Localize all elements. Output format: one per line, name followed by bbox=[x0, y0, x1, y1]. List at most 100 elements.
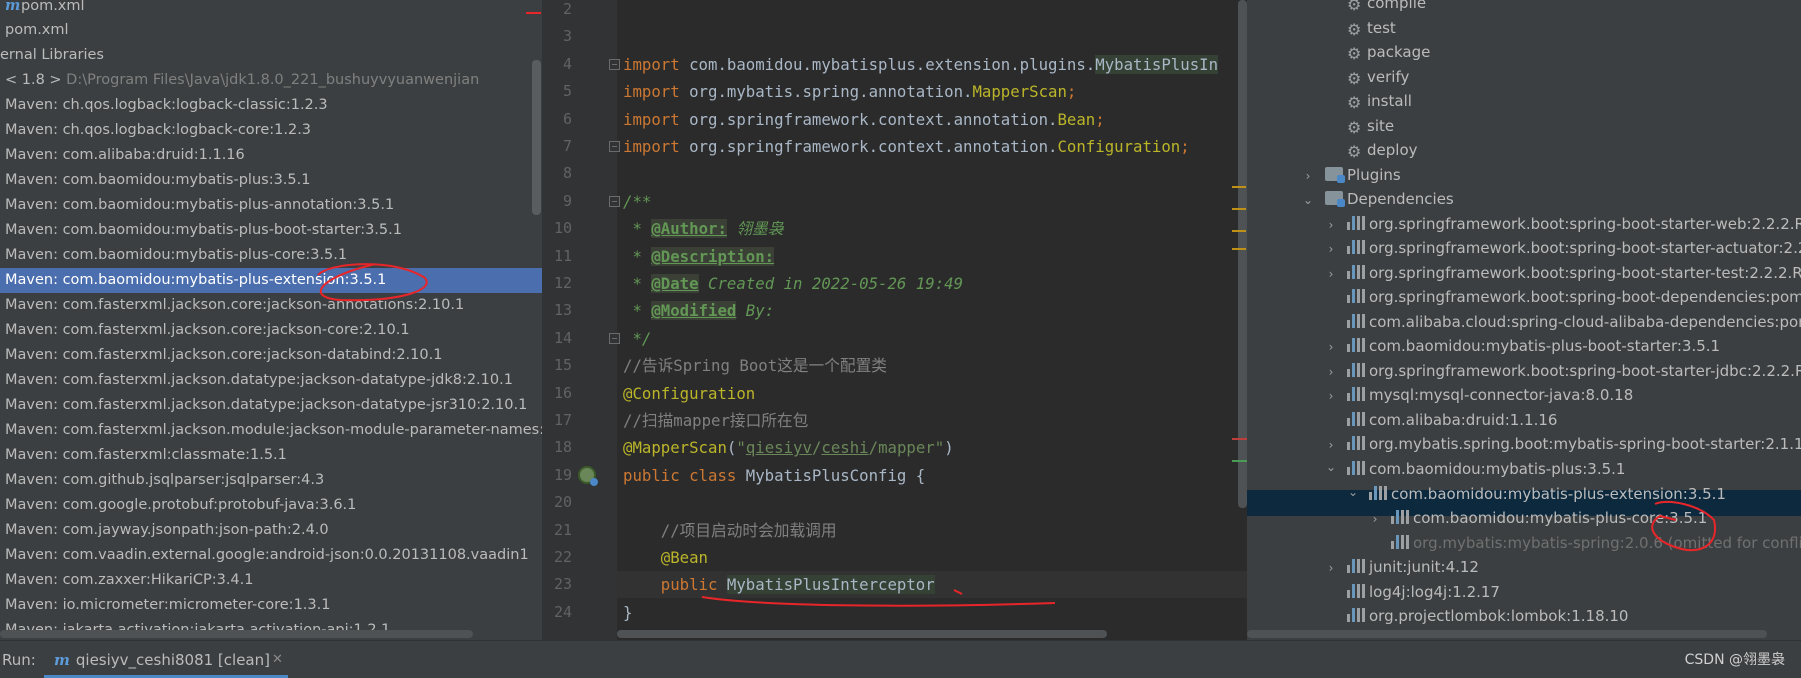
expand-arrow-icon[interactable]: › bbox=[1325, 267, 1337, 281]
code-line[interactable]: public MybatisPlusInterceptor bbox=[623, 571, 935, 598]
expand-arrow-icon[interactable]: › bbox=[1325, 561, 1337, 575]
lifecycle-goal[interactable]: ⚙ install bbox=[1347, 89, 1412, 114]
dependency-item[interactable]: com.alibaba:druid:1.1.16 bbox=[1347, 408, 1557, 433]
code-editor[interactable]: 2 3 4−5 6 7−8 9−10 11 12 13 14−15 16 17 18 19 20 21 22 23… bbox=[542, 0, 1247, 640]
dependency-item[interactable]: com.baomidou:mybatis-plus:3.5.1 bbox=[1347, 457, 1625, 482]
dependency-item[interactable]: org.mybatis.spring.boot:mybatis-spring-b… bbox=[1347, 432, 1801, 457]
library-item[interactable]: Maven: io.micrometer:micrometer-core:1.3… bbox=[0, 593, 542, 618]
library-item[interactable]: Maven: com.alibaba:druid:1.1.16 bbox=[0, 143, 542, 168]
fold-toggle-icon[interactable]: − bbox=[609, 195, 620, 207]
dependency-item[interactable]: org.springframework.boot:spring-boot-dep… bbox=[1347, 285, 1801, 310]
ok-marker[interactable] bbox=[1232, 460, 1247, 462]
dependency-item[interactable]: log4j:log4j:1.2.17 bbox=[1347, 580, 1500, 605]
code-line[interactable]: import com.baomidou.mybatisplus.extensio… bbox=[623, 51, 1219, 78]
library-item[interactable]: < 1.8 > D:\Program Files\Java\jdk1.8.0_2… bbox=[0, 68, 542, 93]
dependency-item[interactable]: com.alibaba.cloud:spring-cloud-alibaba-d… bbox=[1347, 310, 1801, 335]
library-item[interactable]: pom.xml bbox=[0, 18, 542, 43]
code-line[interactable]: import org.springframework.context.annot… bbox=[623, 133, 1190, 160]
code-line[interactable]: //告诉Spring Boot这是一个配置类 bbox=[623, 352, 887, 379]
code-line[interactable]: @Configuration bbox=[623, 380, 755, 407]
code-line[interactable]: @MapperScan("qiesiyv/ceshi/mapper") bbox=[623, 434, 954, 461]
library-item[interactable]: Maven: com.baomidou:mybatis-plus-annotat… bbox=[0, 193, 542, 218]
code-line[interactable]: */ bbox=[623, 325, 651, 352]
library-item-selected[interactable]: Maven: com.baomidou:mybatis-plus-extensi… bbox=[0, 268, 542, 293]
spring-bean-gutter-icon[interactable] bbox=[578, 466, 598, 486]
library-item[interactable]: Maven: com.baomidou:mybatis-plus-boot-st… bbox=[0, 218, 542, 243]
code-line[interactable]: //项目启动时会加载调用 bbox=[623, 517, 837, 544]
code-line[interactable]: import org.mybatis.spring.annotation.Map… bbox=[623, 78, 1076, 105]
library-item[interactable]: Maven: ch.qos.logback:logback-core:1.2.3 bbox=[0, 118, 542, 143]
dependency-item[interactable]: org.springframework.boot:spring-boot-sta… bbox=[1347, 212, 1801, 237]
library-item[interactable]: Maven: com.baomidou:mybatis-plus-core:3.… bbox=[0, 243, 542, 268]
library-item[interactable]: Maven: ch.qos.logback:logback-classic:1.… bbox=[0, 93, 542, 118]
code-line[interactable]: * @Date Created in 2022-05-26 19:49 bbox=[623, 270, 963, 297]
expand-arrow-icon[interactable]: › bbox=[1325, 365, 1337, 379]
lifecycle-goal[interactable]: ⚙ deploy bbox=[1347, 138, 1418, 163]
code-line[interactable]: } bbox=[623, 599, 632, 626]
dependencies-node[interactable]: Dependencies bbox=[1325, 187, 1454, 212]
dependency-item[interactable]: com.baomidou:mybatis-plus-core:3.5.1 bbox=[1391, 506, 1707, 531]
code-line[interactable]: /** bbox=[623, 188, 651, 215]
library-item[interactable]: Maven: com.fasterxml.jackson.core:jackso… bbox=[0, 343, 542, 368]
close-icon[interactable]: ✕ bbox=[272, 641, 283, 678]
library-item[interactable]: Maven: com.baomidou:mybatis-plus:3.5.1 bbox=[0, 168, 542, 193]
collapse-arrow-icon[interactable]: ⌄ bbox=[1302, 193, 1314, 207]
editor-horizontal-scrollbar[interactable] bbox=[617, 630, 1107, 638]
project-tree-vertical-scrollbar[interactable] bbox=[532, 60, 541, 215]
collapse-arrow-icon[interactable]: ⌄ bbox=[1325, 460, 1337, 474]
dependency-item[interactable]: org.mybatis:mybatis-spring:2.0.6 (omitte… bbox=[1391, 531, 1801, 556]
library-item[interactable]: Maven: com.fasterxml.jackson.datatype:ja… bbox=[0, 368, 542, 393]
library-item[interactable]: Maven: com.google.protobuf:protobuf-java… bbox=[0, 493, 542, 518]
library-item[interactable]: Maven: com.zaxxer:HikariCP:3.4.1 bbox=[0, 568, 542, 593]
plugins-node[interactable]: Plugins bbox=[1325, 163, 1401, 188]
library-item[interactable]: Maven: com.fasterxml.jackson.core:jackso… bbox=[0, 318, 542, 343]
library-item[interactable]: mpom.xml bbox=[0, 0, 542, 18]
library-item[interactable]: Maven: com.fasterxml.jackson.module:jack… bbox=[0, 418, 542, 443]
collapse-arrow-icon[interactable]: ⌄ bbox=[1347, 485, 1359, 499]
warning-marker[interactable] bbox=[1232, 248, 1246, 250]
fold-toggle-icon[interactable]: − bbox=[609, 332, 620, 344]
expand-arrow-icon[interactable]: › bbox=[1325, 438, 1337, 452]
code-line[interactable]: * @Description: bbox=[623, 243, 775, 270]
fold-toggle-icon[interactable]: − bbox=[609, 58, 620, 70]
dependency-item[interactable]: org.springframework.boot:spring-boot-sta… bbox=[1347, 261, 1801, 286]
code-line[interactable]: * @Modified By: bbox=[623, 297, 774, 324]
maven-horizontal-scrollbar[interactable] bbox=[1247, 630, 1767, 638]
code-line[interactable]: * @Author: 翎墨袅 bbox=[623, 215, 783, 242]
library-item[interactable]: Maven: com.jayway.jsonpath:json-path:2.4… bbox=[0, 518, 542, 543]
lifecycle-goal[interactable]: ⚙ compile bbox=[1347, 0, 1426, 16]
lifecycle-goal[interactable]: ⚙ package bbox=[1347, 40, 1430, 65]
warning-marker[interactable] bbox=[1232, 186, 1246, 188]
library-item[interactable]: Maven: com.vaadin.external.google:androi… bbox=[0, 543, 542, 568]
lifecycle-goal[interactable]: ⚙ test bbox=[1347, 16, 1396, 41]
expand-arrow-icon[interactable]: › bbox=[1325, 389, 1337, 403]
project-tree-horizontal-scrollbar[interactable] bbox=[0, 630, 473, 638]
lifecycle-goal[interactable]: ⚙ site bbox=[1347, 114, 1394, 139]
library-item[interactable]: Maven: com.fasterxml.jackson.datatype:ja… bbox=[0, 393, 542, 418]
expand-arrow-icon[interactable]: › bbox=[1369, 512, 1381, 526]
editor-vertical-scrollbar[interactable] bbox=[1238, 0, 1247, 508]
warning-marker[interactable] bbox=[1232, 230, 1246, 232]
error-marker[interactable] bbox=[1232, 438, 1247, 440]
dependency-item-selected[interactable]: com.baomidou:mybatis-plus-extension:3.5.… bbox=[1369, 482, 1726, 507]
code-line[interactable]: import org.springframework.context.annot… bbox=[623, 106, 1105, 133]
expand-arrow-icon[interactable]: › bbox=[1325, 340, 1337, 354]
expand-arrow-icon[interactable]: › bbox=[1325, 218, 1337, 232]
dependency-item[interactable]: org.projectlombok:lombok:1.18.10 bbox=[1347, 604, 1628, 629]
run-tab[interactable]: m qiesiyv_ceshi8081 [clean] bbox=[46, 641, 278, 678]
code-line[interactable]: public class MybatisPlusConfig { bbox=[623, 462, 925, 489]
dependency-item[interactable]: mysql:mysql-connector-java:8.0.18 bbox=[1347, 383, 1633, 408]
dependency-item[interactable]: junit:junit:4.12 bbox=[1347, 555, 1479, 580]
code-line[interactable]: @Bean bbox=[623, 544, 708, 571]
expand-arrow-icon[interactable]: › bbox=[1325, 242, 1337, 256]
fold-toggle-icon[interactable]: − bbox=[609, 141, 620, 152]
dependency-item[interactable]: org.springframework.boot:spring-boot-sta… bbox=[1347, 236, 1801, 261]
expand-arrow-icon[interactable]: › bbox=[1302, 169, 1314, 183]
warning-marker[interactable] bbox=[1232, 208, 1246, 210]
library-item[interactable]: Maven: com.github.jsqlparser:jsqlparser:… bbox=[0, 468, 542, 493]
library-item[interactable]: Maven: com.fasterxml:classmate:1.5.1 bbox=[0, 443, 542, 468]
dependency-item[interactable]: org.springframework.boot:spring-boot-sta… bbox=[1347, 359, 1801, 384]
library-item[interactable]: Maven: com.fasterxml.jackson.core:jackso… bbox=[0, 293, 542, 318]
library-item[interactable]: ernal Libraries bbox=[0, 43, 542, 68]
code-line[interactable]: //扫描mapper接口所在包 bbox=[623, 407, 808, 434]
